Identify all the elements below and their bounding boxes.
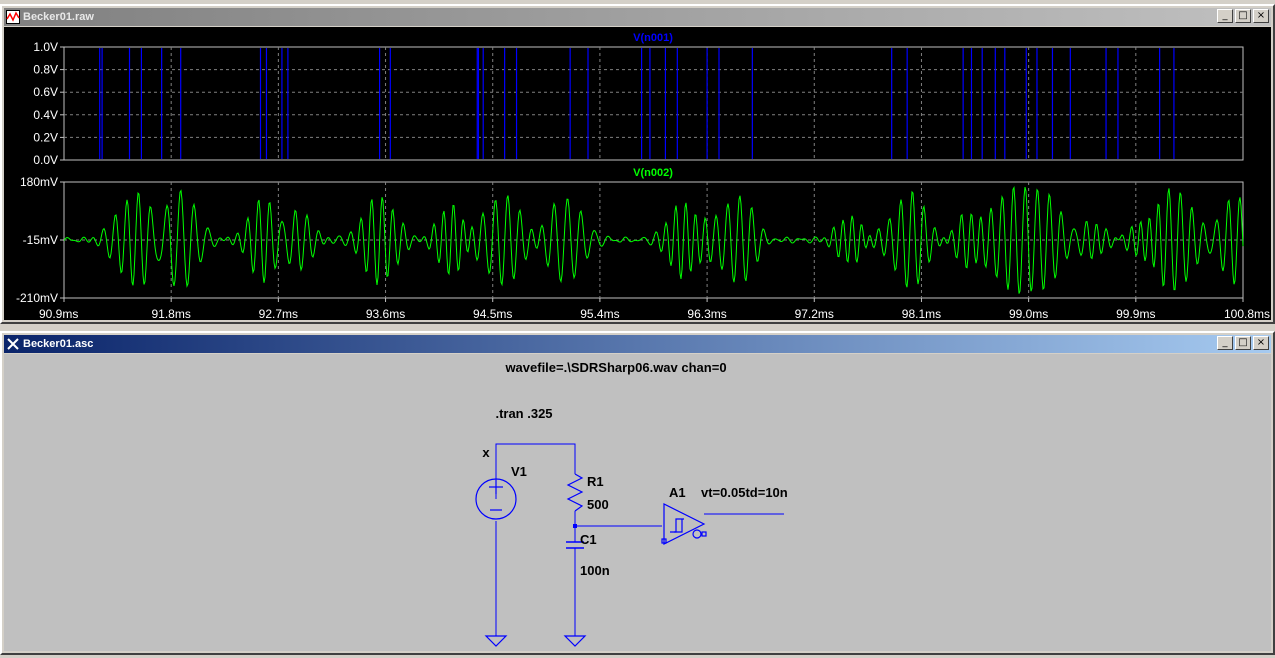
schematic-window[interactable]: Becker01.asc _ □ × wavefile=.\SDRSharp06… bbox=[0, 331, 1275, 655]
v1-label[interactable]: V1 bbox=[511, 464, 527, 479]
maximize-button[interactable]: □ bbox=[1235, 9, 1251, 23]
x-tick-label: 91.8ms bbox=[152, 307, 191, 321]
wires[interactable] bbox=[495, 443, 784, 636]
schematic-window-titlebar[interactable]: Becker01.asc _ □ × bbox=[4, 335, 1271, 353]
pane1-y-tick-label: 0.8V bbox=[33, 63, 58, 77]
x-tick-label: 99.0ms bbox=[1009, 307, 1048, 321]
pane1-y-tick-labels: 1.0V 0.8V 0.6V 0.4V 0.2V 0.0V bbox=[33, 40, 64, 167]
schematic-canvas[interactable]: wavefile=.\SDRSharp06.wav chan=0 .tran .… bbox=[4, 354, 1271, 651]
schematic-drawing[interactable]: wavefile=.\SDRSharp06.wav chan=0 .tran .… bbox=[4, 354, 1271, 653]
plot-pane-v-n001[interactable]: 1.0V 0.8V 0.6V 0.4V 0.2V 0.0V V(n001) bbox=[33, 32, 1244, 167]
x-tick-label: 93.6ms bbox=[366, 307, 405, 321]
pane2-y-tick-label: 180mV bbox=[20, 175, 58, 189]
close-button[interactable]: × bbox=[1253, 9, 1269, 23]
pane1-y-tick-label: 0.4V bbox=[33, 108, 58, 122]
a1-parameters[interactable]: vt=0.05td=10n bbox=[701, 485, 788, 500]
trace-label-v-n001[interactable]: V(n001) bbox=[633, 32, 673, 44]
c1-label[interactable]: C1 bbox=[580, 532, 597, 547]
wire-v1-r1[interactable] bbox=[495, 443, 576, 499]
tran-directive[interactable]: .tran .325 bbox=[495, 406, 552, 421]
waveform-window-title: Becker01.raw bbox=[23, 11, 94, 23]
r1-label[interactable]: R1 bbox=[587, 474, 604, 489]
x-axis-tick-labels: 90.9ms 91.8ms 92.7ms 93.6ms 94.5ms 95.4ms 96.3… bbox=[39, 298, 1270, 321]
pane1-trace bbox=[99, 48, 1175, 159]
x-tick-label: 96.3ms bbox=[687, 307, 726, 321]
x-tick-label: 97.2ms bbox=[795, 307, 834, 321]
wavefile-directive[interactable]: wavefile=.\SDRSharp06.wav chan=0 bbox=[504, 360, 726, 375]
v1-port-marker: x bbox=[482, 445, 490, 460]
waveform-window-titlebar[interactable]: Becker01.raw _ □ × bbox=[4, 8, 1271, 26]
minimize-button[interactable]: _ bbox=[1217, 336, 1233, 350]
x-tick-label: 99.9ms bbox=[1116, 307, 1155, 321]
schematic-app-icon bbox=[7, 338, 19, 350]
r1-value[interactable]: 500 bbox=[587, 497, 609, 512]
pane2-y-tick-label: -210mV bbox=[16, 291, 58, 305]
trace-label-v-n002[interactable]: V(n002) bbox=[633, 167, 673, 179]
schematic-window-title: Becker01.asc bbox=[23, 338, 94, 350]
x-tick-label: 95.4ms bbox=[580, 307, 619, 321]
waveform-window[interactable]: Becker01.raw _ □ × 1.0V 0.8V 0.6V 0.4V 0.2V 0… bbox=[0, 4, 1275, 324]
plot-pane-v-n002[interactable]: 180mV -15mV -210mV 90.9ms 91.8ms 92.7ms 93.6m… bbox=[16, 167, 1270, 321]
pane1-y-tick-label: 1.0V bbox=[33, 40, 58, 54]
pane1-y-tick-label: 0.0V bbox=[33, 153, 58, 167]
maximize-button[interactable]: □ bbox=[1235, 336, 1251, 350]
x-tick-label: 92.7ms bbox=[259, 307, 298, 321]
pane2-y-tick-label: -15mV bbox=[23, 233, 58, 247]
x-tick-label: 94.5ms bbox=[473, 307, 512, 321]
close-button[interactable]: × bbox=[1253, 336, 1269, 350]
x-tick-label: 98.1ms bbox=[902, 307, 941, 321]
waveform-app-icon bbox=[6, 10, 20, 24]
c1-value[interactable]: 100n bbox=[580, 563, 610, 578]
x-tick-label: 100.8ms bbox=[1224, 307, 1270, 321]
pane1-y-tick-label: 0.2V bbox=[33, 130, 58, 144]
pane1-y-tick-label: 0.6V bbox=[33, 85, 58, 99]
waveform-plots[interactable]: 1.0V 0.8V 0.6V 0.4V 0.2V 0.0V V(n001) 180mV -1… bbox=[4, 27, 1273, 322]
waveform-plot-area[interactable]: 1.0V 0.8V 0.6V 0.4V 0.2V 0.0V V(n001) 180mV -1… bbox=[4, 27, 1273, 322]
minimize-button[interactable]: _ bbox=[1217, 9, 1233, 23]
r1-resistor[interactable] bbox=[566, 473, 584, 512]
a1-schmitt-buffer[interactable] bbox=[661, 503, 707, 545]
pane2-y-tick-labels: 180mV -15mV -210mV bbox=[16, 175, 64, 305]
pane1-grid bbox=[64, 47, 1243, 160]
junction-dot bbox=[573, 524, 577, 528]
a1-label[interactable]: A1 bbox=[669, 485, 686, 500]
ground-symbol[interactable] bbox=[484, 635, 508, 647]
ground-symbol[interactable] bbox=[563, 635, 587, 647]
pane1-frame bbox=[63, 46, 1244, 161]
x-tick-label: 90.9ms bbox=[39, 307, 78, 321]
